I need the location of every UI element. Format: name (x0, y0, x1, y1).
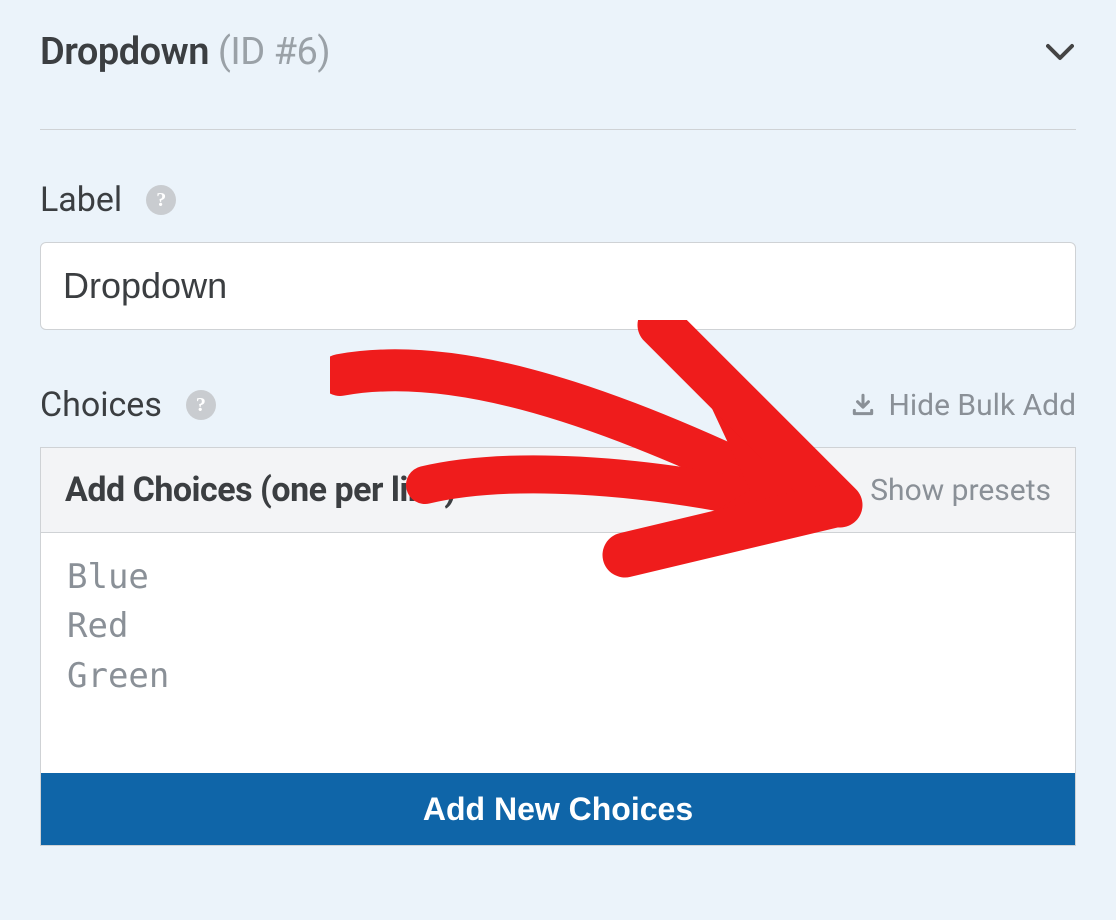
label-input[interactable] (40, 242, 1076, 330)
hide-bulk-add-label: Hide Bulk Add (888, 388, 1076, 423)
hide-bulk-add-link[interactable]: Hide Bulk Add (850, 388, 1076, 423)
bulk-add-panel: Add Choices (one per line) Show presets … (40, 447, 1076, 846)
help-icon[interactable]: ? (146, 185, 176, 215)
label-field-row: Label ? (40, 180, 1076, 220)
chevron-down-icon[interactable] (1044, 36, 1076, 68)
choices-field-label: Choices (40, 385, 162, 425)
bulk-add-header: Add Choices (one per line) Show presets (41, 448, 1075, 533)
choices-label-group: Choices ? (40, 385, 216, 425)
choices-header-row: Choices ? Hide Bulk Add (40, 385, 1076, 425)
bulk-add-title: Add Choices (one per line) (65, 470, 456, 510)
show-presets-link[interactable]: Show presets (870, 473, 1051, 508)
field-id-label: (ID #6) (218, 30, 330, 74)
label-field-label: Label (40, 180, 122, 220)
field-panel-header[interactable]: Dropdown (ID #6) (40, 20, 1076, 130)
download-icon (850, 392, 876, 418)
field-type-name: Dropdown (40, 30, 209, 74)
bulk-add-textarea[interactable] (41, 533, 1075, 773)
field-panel-title: Dropdown (ID #6) (40, 30, 330, 74)
add-new-choices-button[interactable]: Add New Choices (41, 773, 1075, 845)
help-icon[interactable]: ? (186, 390, 216, 420)
